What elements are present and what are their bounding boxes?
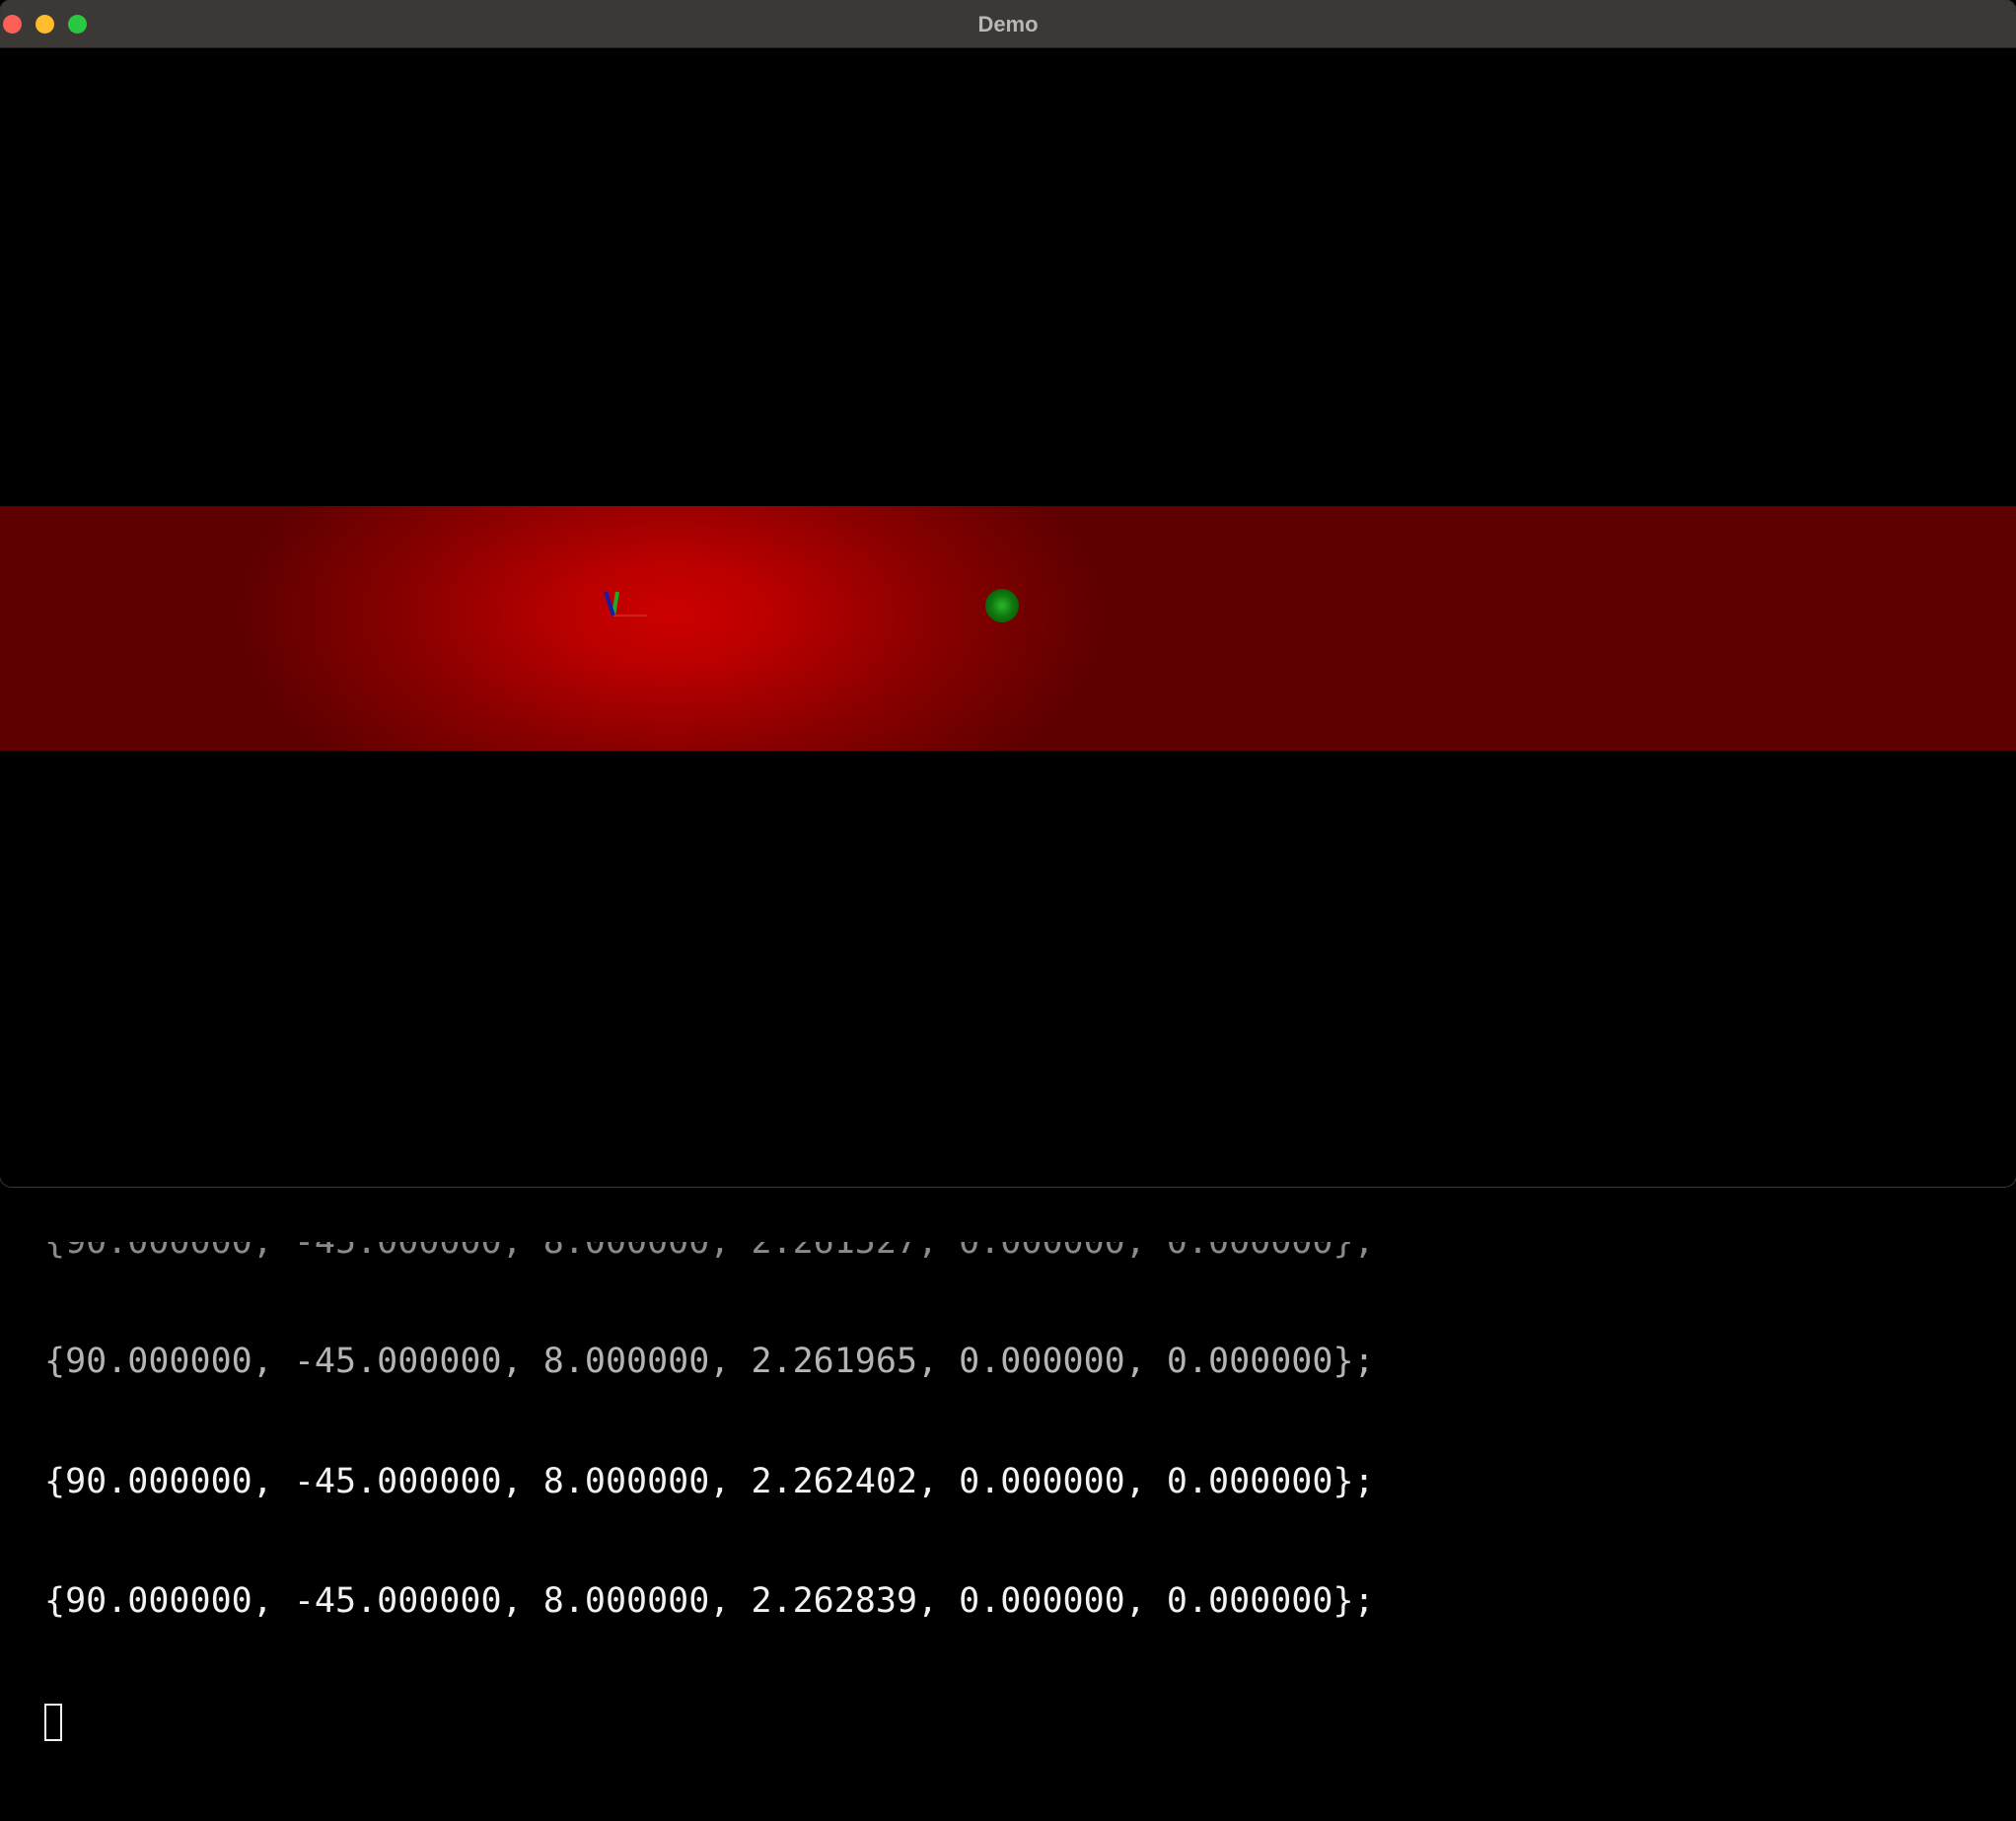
green-sphere xyxy=(985,589,1019,622)
title-bar[interactable]: Demo xyxy=(0,0,2016,48)
terminal-output: {90.000000, -45.000000, 8.000000, 2.2615… xyxy=(44,1162,1375,1821)
z-axis-line xyxy=(604,591,615,617)
3d-viewport[interactable] xyxy=(0,48,2016,1187)
demo-window: Demo xyxy=(0,0,2016,1187)
terminal-line-partial: {90.000000, -45.000000, 8.000000, 2.2615… xyxy=(44,1242,1375,1262)
window-title: Demo xyxy=(977,12,1039,36)
red-floor-plane xyxy=(0,506,2016,751)
terminal-line: {90.000000, -45.000000, 8.000000, 2.2619… xyxy=(44,1342,1375,1381)
terminal-line: {90.000000, -45.000000, 8.000000, 2.2624… xyxy=(44,1461,1375,1501)
terminal-line: {90.000000, -45.000000, 8.000000, 2.2628… xyxy=(44,1581,1375,1621)
axes-gizmo xyxy=(604,591,647,617)
terminal-line-partial-text: {90.000000, -45.000000, 8.000000, 2.2615… xyxy=(44,1242,1375,1262)
terminal-prompt-line[interactable] xyxy=(44,1702,1375,1742)
terminal-cursor xyxy=(44,1703,62,1741)
